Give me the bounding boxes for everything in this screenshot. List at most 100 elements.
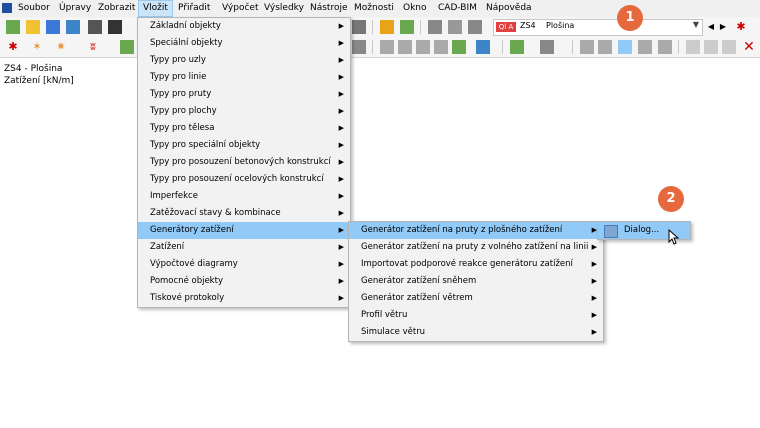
support-icon[interactable]: [380, 40, 394, 54]
online-icon[interactable]: [66, 20, 80, 34]
menu-item-zakladni-objekty[interactable]: Základní objekty ▶: [138, 18, 350, 35]
menu-nastroje[interactable]: Nástroje: [306, 0, 352, 17]
menu-item-generatory-zatizeni[interactable]: Generátory zatížení ▶: [138, 222, 350, 239]
menu-vlozit[interactable]: Vložit: [138, 0, 173, 17]
menu-upravy[interactable]: Úpravy: [55, 0, 95, 17]
load-case-combo[interactable]: Ql A ZS4 Plošina ▼: [493, 19, 703, 36]
menu-item-label: Typy pro posouzení ocelových konstrukcí: [150, 174, 324, 184]
pencil-icon[interactable]: [380, 20, 394, 34]
menu-item-typy-telesa[interactable]: Typy pro tělesa ▶: [138, 120, 350, 137]
chevron-down-icon[interactable]: ▼: [693, 20, 699, 29]
table-view-icon[interactable]: [510, 40, 524, 54]
menu-item-typy-pruty[interactable]: Typy pro pruty ▶: [138, 86, 350, 103]
menu-okno[interactable]: Okno: [399, 0, 431, 17]
menu-item-specialni-objekty[interactable]: Speciální objekty ▶: [138, 35, 350, 52]
table-icon[interactable]: [400, 20, 414, 34]
star-icon[interactable]: ✱: [6, 40, 20, 54]
menu-item-label: Profil větru: [361, 310, 408, 320]
dimension-icon[interactable]: [540, 40, 554, 54]
toolbar-icon[interactable]: [352, 20, 366, 34]
submenu-item-vitr[interactable]: Generátor zatížení větrem ▶: [349, 290, 603, 307]
menu-moznosti[interactable]: Možnosti: [350, 0, 398, 17]
menu-item-label: Imperfekce: [150, 191, 198, 201]
structure-icon[interactable]: [428, 20, 442, 34]
wireframe-icon[interactable]: [658, 40, 672, 54]
chevron-right-icon: ▶: [591, 294, 597, 302]
new-model-icon[interactable]: [6, 20, 20, 34]
object-snap-icon[interactable]: [598, 40, 612, 54]
menu-item-typy-uzly[interactable]: Typy pro uzly ▶: [138, 52, 350, 69]
load-icon[interactable]: ʬ: [86, 40, 100, 54]
app-icon[interactable]: [2, 3, 12, 13]
grid-snap-icon[interactable]: [580, 40, 594, 54]
dialog-icon: [604, 225, 618, 238]
menu-soubor[interactable]: Soubor: [14, 0, 54, 17]
chevron-right-icon: ▶: [591, 328, 597, 336]
chevron-right-icon: ▶: [338, 294, 344, 302]
measure-icon[interactable]: [686, 40, 700, 54]
render-icon[interactable]: [618, 40, 632, 54]
menu-item-label: Typy pro pruty: [150, 89, 212, 99]
magic-icon[interactable]: ✷: [54, 40, 68, 54]
next-arrow-icon[interactable]: ▶: [716, 20, 730, 34]
load-unit-info: Zatížení [kN/m]: [4, 76, 74, 86]
filter-icon[interactable]: ✱: [734, 20, 748, 34]
menu-vypocet[interactable]: Výpočet: [218, 0, 262, 17]
hinge-icon[interactable]: [398, 40, 412, 54]
result-icon[interactable]: [452, 40, 466, 54]
menu-vysledky[interactable]: Výsledky: [260, 0, 308, 17]
menu-item-label: Generátor zatížení na pruty z plošného z…: [361, 225, 563, 235]
load-case-info: ZS4 - Plošina: [4, 64, 63, 74]
mirror-icon[interactable]: [722, 40, 736, 54]
submenu-item-snih[interactable]: Generátor zatížení sněhem ▶: [349, 273, 603, 290]
submenu-item-volne-zatizeni[interactable]: Generátor zatížení na pruty z volného za…: [349, 239, 603, 256]
menu-napoveda[interactable]: Nápověda: [482, 0, 536, 17]
submenu-item-plosne-zatizeni[interactable]: Generátor zatížení na pruty z plošného z…: [349, 222, 603, 239]
tree-icon[interactable]: [120, 40, 134, 54]
menu-item-typy-specialni[interactable]: Typy pro speciální objekty ▶: [138, 137, 350, 154]
submenu-item-profil-vetru[interactable]: Profil větru ▶: [349, 307, 603, 324]
menu-item-imperfekce[interactable]: Imperfekce ▶: [138, 188, 350, 205]
rotate-icon[interactable]: [704, 40, 718, 54]
menu-item-label: Simulace větru: [361, 327, 426, 337]
chevron-right-icon: ▶: [338, 22, 344, 30]
view-settings-icon[interactable]: [476, 40, 490, 54]
print-icon[interactable]: [88, 20, 102, 34]
load-case-badge: Ql A: [496, 22, 516, 32]
menu-item-zatizeni[interactable]: Zatížení ▶: [138, 239, 350, 256]
menu-item-typy-plochy[interactable]: Typy pro plochy ▶: [138, 103, 350, 120]
grid-icon[interactable]: [468, 20, 482, 34]
submenu-item-import-reakce[interactable]: Importovat podporové reakce generátoru z…: [349, 256, 603, 273]
menu-bar: Soubor Úpravy Zobrazit Vložit Přiřadit V…: [0, 0, 760, 17]
menu-item-tiskove-protokoly[interactable]: Tiskové protokoly ▶: [138, 290, 350, 307]
view-icon[interactable]: [448, 20, 462, 34]
menu-item-label: Typy pro posouzení betonových konstrukcí: [150, 157, 331, 167]
menu-item-label: Dialog...: [624, 225, 660, 235]
open-folder-icon[interactable]: [26, 20, 40, 34]
menu-item-zatezovaci-stavy[interactable]: Zatěžovací stavy & kombinace ▶: [138, 205, 350, 222]
submenu-item-simulace-vetru[interactable]: Simulace větru ▶: [349, 324, 603, 341]
menu-priradit[interactable]: Přiřadit: [174, 0, 214, 17]
menu-item-vypoctove-diagramy[interactable]: Výpočtové diagramy ▶: [138, 256, 350, 273]
wand-icon[interactable]: ✶: [30, 40, 44, 54]
save-icon[interactable]: [108, 20, 122, 34]
cloud-icon[interactable]: [46, 20, 60, 34]
section-icon[interactable]: [434, 40, 448, 54]
release-icon[interactable]: [416, 40, 430, 54]
member-icon[interactable]: [352, 40, 366, 54]
chevron-right-icon: ▶: [338, 192, 344, 200]
menu-item-label: Generátor zatížení větrem: [361, 293, 473, 303]
mouse-cursor-icon: [668, 229, 680, 245]
menu-item-pomocne-objekty[interactable]: Pomocné objekty ▶: [138, 273, 350, 290]
menu-item-posouzeni-beton[interactable]: Typy pro posouzení betonových konstrukcí…: [138, 154, 350, 171]
menu-cad-bim[interactable]: CAD-BIM: [434, 0, 481, 17]
toolbar-secondary: ✱ ✶ ✷ ʬ ✕: [0, 37, 760, 58]
chevron-right-icon: ▶: [591, 260, 597, 268]
menu-item-typy-linie[interactable]: Typy pro linie ▶: [138, 69, 350, 86]
menu-zobrazit[interactable]: Zobrazit: [94, 0, 139, 17]
toolbar-separator: [572, 40, 573, 54]
menu-item-posouzeni-ocel[interactable]: Typy pro posouzení ocelových konstrukcí ▶: [138, 171, 350, 188]
solid-icon[interactable]: [638, 40, 652, 54]
close-icon[interactable]: ✕: [742, 40, 756, 54]
toolbar-separator: [420, 20, 421, 34]
